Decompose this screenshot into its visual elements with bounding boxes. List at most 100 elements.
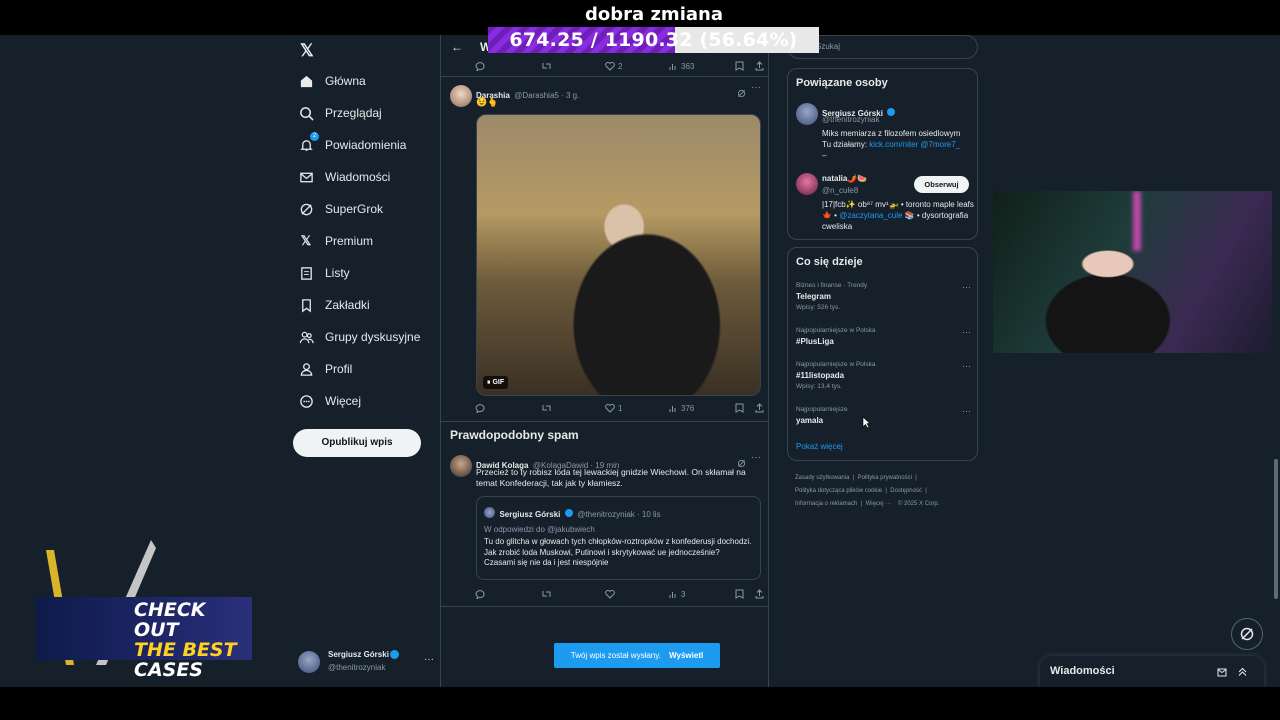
gif-badge[interactable]: ⏸ GIF [483, 376, 509, 389]
person-bio-text: Tu działamy: [822, 140, 870, 149]
nav-label: Zakładki [325, 298, 370, 312]
nav-label: Listy [325, 266, 350, 280]
footer-links: Zasady użytkowania | Polityka prywatnośc… [795, 475, 940, 507]
trend-more-icon[interactable]: ··· [962, 361, 971, 371]
post-sent-toast: Twój wpis został wysłany. Wyświetl [554, 643, 720, 668]
person-bio: Miks memiarza z filozofem osiedlowym Tu … [822, 128, 974, 161]
person-bio-link[interactable]: @zaczytana_cule [839, 211, 902, 220]
footer-link[interactable]: Dostępność [890, 488, 922, 494]
donation-progress-text: 674.25 / 1190.32 (56.64%) [509, 29, 798, 51]
nav-item-notifications[interactable]: 2 Powiadomienia [298, 131, 406, 159]
views-button[interactable]: 3 [669, 590, 685, 599]
tweet-text: Przecież to ty robisz loda tej lewackiej… [476, 467, 746, 488]
nav-item-profile[interactable]: Profil [298, 355, 352, 383]
tweet-gif[interactable]: ⏸ GIF [476, 114, 761, 396]
account-switcher[interactable]: Sergiusz Górski @thenitrozyniak ··· [298, 648, 438, 678]
list-icon [298, 265, 314, 281]
quote-author-name: Sergiusz Górski [499, 510, 561, 519]
card-title: Co się dzieje [796, 256, 863, 268]
person-handle: @thenitrozyniak [822, 115, 880, 124]
trend-category: Najpopularniejsze [796, 406, 848, 413]
footer-link[interactable]: Zasady użytkowania [795, 475, 849, 481]
new-message-icon[interactable] [1217, 665, 1228, 683]
trend-more-icon[interactable]: ··· [962, 406, 971, 416]
expand-drawer-icon[interactable] [1237, 664, 1248, 682]
scrollbar-thumb[interactable] [1274, 459, 1278, 599]
nav-item-communities[interactable]: Grupy dyskusyjne [298, 323, 420, 351]
nav-item-home[interactable]: Główna [298, 67, 366, 95]
nav-item-explore[interactable]: Przeglądaj [298, 99, 382, 127]
quote-text-2: Czasami się nie da i jest niespójnie [484, 558, 609, 567]
tweet-more-icon[interactable]: ··· [751, 452, 761, 463]
reply-icon[interactable] [475, 61, 485, 71]
reply-icon[interactable] [475, 589, 485, 599]
promo-line-3: CASES [134, 659, 203, 681]
view-count: 3 [681, 589, 686, 599]
toast-view-link[interactable]: Wyświetl [669, 651, 703, 660]
like-icon[interactable] [605, 589, 615, 599]
trend-more-icon[interactable]: ··· [962, 327, 971, 337]
follow-button[interactable]: Obserwuj [914, 176, 969, 193]
nav-item-lists[interactable]: Listy [298, 259, 350, 287]
footer-link[interactable]: Polityka dotycząca plików cookie [795, 488, 882, 494]
account-handle: @thenitrozyniak [328, 663, 386, 672]
post-button[interactable]: Opublikuj wpis [293, 429, 421, 457]
divider [441, 606, 768, 607]
card-title: Powiązane osoby [796, 77, 888, 89]
x-premium-icon: 𝕏 [300, 233, 312, 248]
reply-icon[interactable] [475, 403, 485, 413]
trend-item[interactable]: Najpopularniejsze w Polska #11listopada … [796, 361, 971, 390]
footer-link[interactable]: Polityka prywatności [858, 475, 912, 481]
show-more-link[interactable]: Pokaż więcej [796, 442, 843, 451]
nav-label: Profil [325, 362, 353, 376]
bookmark-icon[interactable] [735, 61, 744, 71]
like-button[interactable]: 1 [605, 403, 622, 413]
x-logo-icon[interactable]: 𝕏 [300, 41, 314, 61]
avatar [298, 651, 320, 673]
views-button[interactable]: 363 [669, 62, 694, 71]
share-icon[interactable] [755, 61, 764, 71]
retweet-icon[interactable] [541, 589, 552, 599]
share-icon[interactable] [755, 403, 764, 413]
footer-link[interactable]: Informacja o reklamach [795, 501, 857, 507]
bookmark-icon[interactable] [735, 403, 744, 413]
back-arrow-icon[interactable]: ← [451, 40, 463, 54]
person-bio-line: Tu działamy: kick.com/niter @7more7_ [822, 139, 974, 150]
search-icon [298, 105, 314, 121]
trend-item[interactable]: Najpopularniejsze yamala ··· [796, 406, 971, 425]
retweet-icon[interactable] [541, 403, 552, 413]
messages-drawer[interactable]: Wiadomości [1040, 656, 1264, 687]
person-bio-link[interactable]: kick.com/niter @7more7_ [869, 140, 960, 149]
avatar [796, 173, 818, 195]
nav-item-more[interactable]: Więcej [298, 387, 361, 415]
footer-link[interactable]: Więcej ··· [866, 501, 892, 507]
retweet-icon[interactable] [541, 61, 552, 71]
home-icon [298, 73, 314, 89]
trend-item[interactable]: Najpopularniejsze w Polska #PlusLiga ··· [796, 327, 971, 346]
envelope-icon [298, 169, 314, 185]
grok-icon[interactable] [737, 85, 746, 103]
views-button[interactable]: 376 [669, 404, 694, 413]
nav-item-supergrok[interactable]: SuperGrok [298, 195, 383, 223]
page-scrollbar[interactable] [1272, 35, 1280, 687]
quoted-tweet[interactable]: Sergiusz Górski @thenitrozyniak · 10 lis… [476, 496, 761, 580]
divider [441, 76, 768, 77]
tweet-more-icon[interactable]: ··· [751, 82, 761, 93]
nav-item-premium[interactable]: 𝕏 Premium [298, 227, 373, 255]
nav-label: Grupy dyskusyjne [325, 330, 421, 344]
copyright: © 2025 X Corp. [897, 501, 940, 507]
avatar [450, 85, 472, 107]
bookmark-icon[interactable] [735, 589, 744, 599]
like-button[interactable]: 2 [605, 61, 622, 71]
tweet-author-handle[interactable]: @Darashia5 · 3 g. [514, 91, 579, 100]
quote-reply-to: W odpowiedzi do @jakubwiech [484, 525, 595, 534]
nav-item-bookmarks[interactable]: Zakładki [298, 291, 370, 319]
account-more-icon[interactable]: ··· [424, 654, 434, 665]
trend-more-icon[interactable]: ··· [962, 282, 971, 292]
grok-floating-button[interactable] [1231, 618, 1263, 650]
bookmark-icon [298, 297, 314, 313]
share-icon[interactable] [755, 589, 764, 599]
trend-item[interactable]: Biznes i finanse · Trendy Telegram Wpisy… [796, 282, 971, 311]
nav-item-messages[interactable]: Wiadomości [298, 163, 390, 191]
nav-label: Premium [325, 234, 374, 248]
